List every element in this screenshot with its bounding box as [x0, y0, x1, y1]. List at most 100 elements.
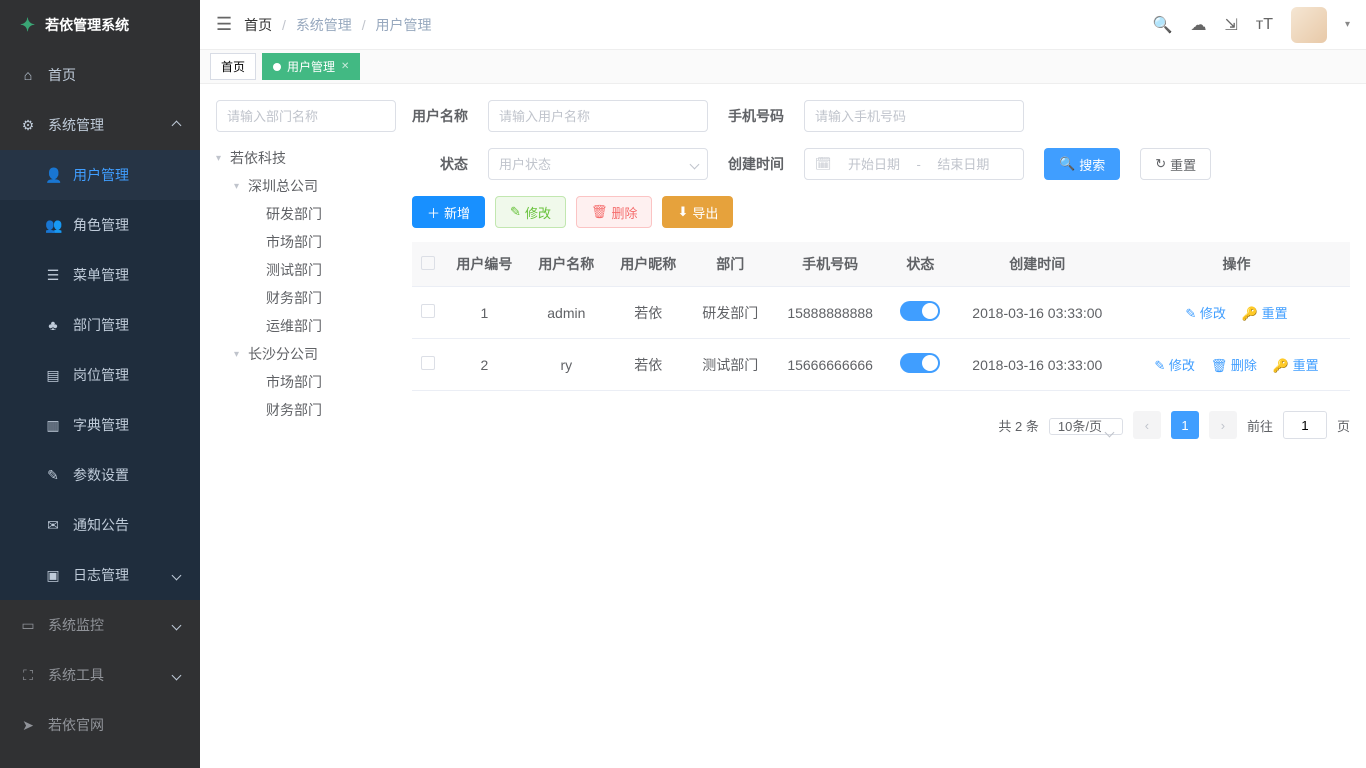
status-switch[interactable]: [900, 353, 940, 373]
date-range[interactable]: 🗓 -: [804, 148, 1024, 180]
sidebar-item-log[interactable]: ▣ 日志管理: [0, 550, 200, 600]
cell-created: 2018-03-16 03:33:00: [952, 287, 1123, 339]
plus-icon: ＋: [427, 203, 440, 222]
row-reset-link[interactable]: 🔑 重置: [1242, 306, 1288, 321]
chevron-down-icon[interactable]: ▾: [1345, 19, 1350, 30]
tree-node[interactable]: 测试部门: [252, 256, 396, 284]
post-icon: ▤: [45, 367, 61, 384]
end-date-input[interactable]: [931, 157, 996, 172]
sidebar-item-dept[interactable]: ♣部门管理: [0, 300, 200, 350]
start-date-input[interactable]: [842, 157, 907, 172]
page-prev-button[interactable]: ‹: [1133, 411, 1161, 439]
sidebar-label-home: 首页: [48, 65, 76, 85]
sidebar-item-menu[interactable]: ☰菜单管理: [0, 250, 200, 300]
row-delete-link[interactable]: 🗑 删除: [1211, 358, 1257, 373]
tree-label: 财务部门: [266, 288, 322, 308]
status-select[interactable]: [488, 148, 708, 180]
sidebar-item-param[interactable]: ✎参数设置: [0, 450, 200, 500]
breadcrumb-sep: /: [362, 17, 366, 33]
sidebar-item-notice[interactable]: ✉通知公告: [0, 500, 200, 550]
page-size-select[interactable]: 10条/页: [1049, 418, 1123, 435]
page-next-button[interactable]: ›: [1209, 411, 1237, 439]
calendar-icon: 🗓: [815, 156, 832, 172]
user-table: 用户编号 用户名称 用户昵称 部门 手机号码 状态 创建时间 操作 1 adm: [412, 242, 1350, 391]
cell-phone: 15888888888: [771, 287, 889, 339]
op-edit-label: 修改: [1169, 358, 1195, 373]
op-edit-label: 修改: [1200, 306, 1226, 321]
hamburger-icon[interactable]: ☰: [216, 14, 232, 35]
avatar[interactable]: [1291, 7, 1327, 43]
tree-node[interactable]: 市场部门: [252, 368, 396, 396]
sidebar-item-post[interactable]: ▤岗位管理: [0, 350, 200, 400]
tree-label: 市场部门: [266, 372, 322, 392]
reset-button[interactable]: ↻重置: [1140, 148, 1211, 180]
tree-label: 研发部门: [266, 204, 322, 224]
th-id: 用户编号: [443, 242, 525, 287]
sidebar-item-tool[interactable]: ⛶系统工具: [0, 650, 200, 700]
tree-node-root[interactable]: ▾若依科技: [216, 144, 396, 172]
th-status: 状态: [889, 242, 952, 287]
row-checkbox[interactable]: [421, 304, 435, 318]
export-button[interactable]: ⬇导出: [662, 196, 733, 228]
tab-user[interactable]: 用户管理 ✕: [262, 53, 360, 80]
breadcrumb-user: 用户管理: [375, 17, 431, 33]
add-label: 新增: [444, 203, 470, 222]
tree-node[interactable]: 市场部门: [252, 228, 396, 256]
sidebar-item-dict[interactable]: ▥字典管理: [0, 400, 200, 450]
row-edit-link[interactable]: ✎ 修改: [1185, 306, 1226, 321]
sidebar-label-log: 日志管理: [73, 565, 129, 585]
search-icon[interactable]: 🔍: [1153, 15, 1173, 35]
row-edit-link[interactable]: ✎ 修改: [1154, 358, 1195, 373]
sidebar: ✦ 若依管理系统 ⌂ 首页 ⚙ 系统管理 👤用户管理 👥角色管理 ☰菜单管理 ♣…: [0, 0, 200, 768]
delete-button[interactable]: 🗑删除: [576, 196, 653, 228]
sidebar-item-role[interactable]: 👥角色管理: [0, 200, 200, 250]
breadcrumb-sys: 系统管理: [296, 17, 352, 33]
cell-created: 2018-03-16 03:33:00: [952, 339, 1123, 391]
th-dept: 部门: [689, 242, 771, 287]
page-number-button[interactable]: 1: [1171, 411, 1199, 439]
row-reset-link[interactable]: 🔑 重置: [1273, 358, 1319, 373]
sidebar-item-system[interactable]: ⚙ 系统管理: [0, 100, 200, 150]
sidebar-label-menu: 菜单管理: [73, 265, 129, 285]
tab-home[interactable]: 首页: [210, 53, 256, 80]
username-label: 用户名称: [412, 106, 468, 126]
dept-search-input[interactable]: [216, 100, 396, 132]
cloud-icon[interactable]: ☁: [1190, 15, 1206, 35]
tree-node[interactable]: 研发部门: [252, 200, 396, 228]
search-button[interactable]: 🔍搜索: [1044, 148, 1120, 180]
row-checkbox[interactable]: [421, 356, 435, 370]
sidebar-label-system: 系统管理: [48, 115, 104, 135]
tree-node[interactable]: ▾深圳总公司: [234, 172, 396, 200]
breadcrumb-home[interactable]: 首页: [244, 17, 272, 33]
close-icon[interactable]: ✕: [341, 61, 349, 72]
page-goto-input[interactable]: [1283, 411, 1327, 439]
page-goto-prefix: 前往: [1247, 416, 1273, 435]
username-input[interactable]: [488, 100, 708, 132]
sidebar-label-monitor: 系统监控: [48, 615, 104, 635]
compress-icon[interactable]: ⇲: [1224, 15, 1237, 35]
tree-node[interactable]: ▾长沙分公司: [234, 340, 396, 368]
time-label: 创建时间: [728, 154, 784, 174]
tree-node[interactable]: 财务部门: [252, 284, 396, 312]
refresh-icon: ↻: [1155, 156, 1166, 172]
table-row: 2 ry 若依 测试部门 15666666666 2018-03-16 03:3…: [412, 339, 1350, 391]
tab-user-label: 用户管理: [287, 58, 335, 75]
select-all-checkbox[interactable]: [421, 256, 435, 270]
cell-nick: 若依: [607, 287, 689, 339]
font-icon[interactable]: ᴛT: [1256, 16, 1273, 34]
sidebar-item-monitor[interactable]: ▭系统监控: [0, 600, 200, 650]
tree-label: 深圳总公司: [248, 176, 318, 196]
sidebar-label-site: 若依官网: [48, 715, 104, 735]
status-switch[interactable]: [900, 301, 940, 321]
log-icon: ▣: [45, 567, 61, 584]
tree-node[interactable]: 运维部门: [252, 312, 396, 340]
tree-node[interactable]: 财务部门: [252, 396, 396, 424]
edit-button[interactable]: ✎修改: [495, 196, 566, 228]
sidebar-item-home[interactable]: ⌂ 首页: [0, 50, 200, 100]
sidebar-item-user[interactable]: 👤用户管理: [0, 150, 200, 200]
link-icon: ➤: [20, 717, 36, 734]
phone-input[interactable]: [804, 100, 1024, 132]
add-button[interactable]: ＋新增: [412, 196, 485, 228]
sidebar-item-site[interactable]: ➤ 若依官网: [0, 700, 200, 750]
cell-nick: 若依: [607, 339, 689, 391]
